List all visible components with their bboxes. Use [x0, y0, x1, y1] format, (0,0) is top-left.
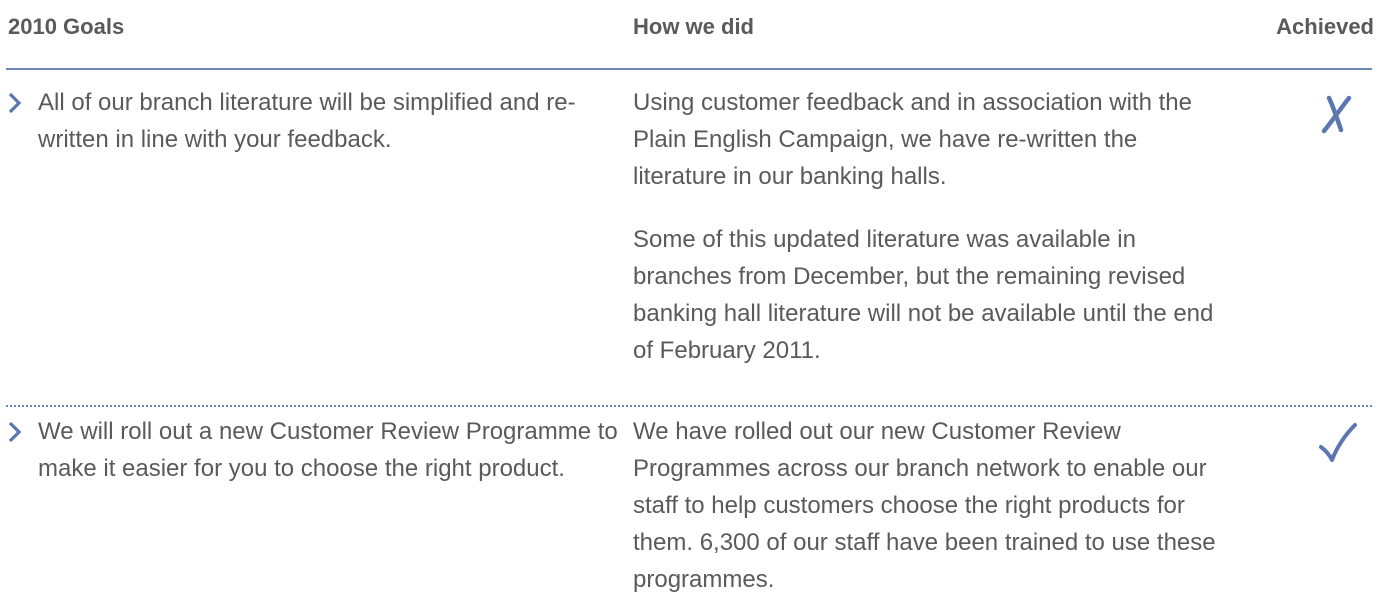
cross-icon [1321, 95, 1352, 134]
chevron-right-icon [8, 421, 22, 443]
table-header: 2010 Goals How we did Achieved [0, 0, 1389, 69]
goal-text: We will roll out a new Customer Review P… [38, 418, 618, 482]
column-header-achieved: Achieved [1276, 14, 1374, 39]
how-we-did-paragraph: We have rolled out our new Customer Revi… [633, 418, 1216, 593]
row-divider [6, 405, 1372, 407]
how-we-did-paragraph: Using customer feedback and in associati… [633, 89, 1192, 190]
how-we-did-cell: We have rolled out our new Customer Revi… [633, 413, 1233, 598]
column-header-how-we-did: How we did [633, 14, 754, 39]
how-we-did-cell: Using customer feedback and in associati… [633, 84, 1233, 369]
how-we-did-paragraph: Some of this updated literature was avai… [633, 226, 1214, 364]
goal-text: All of our branch literature will be sim… [38, 89, 576, 153]
chevron-right-icon [8, 92, 22, 114]
column-header-goals: 2010 Goals [8, 14, 125, 39]
header-divider [6, 68, 1372, 70]
check-icon [1319, 423, 1357, 462]
